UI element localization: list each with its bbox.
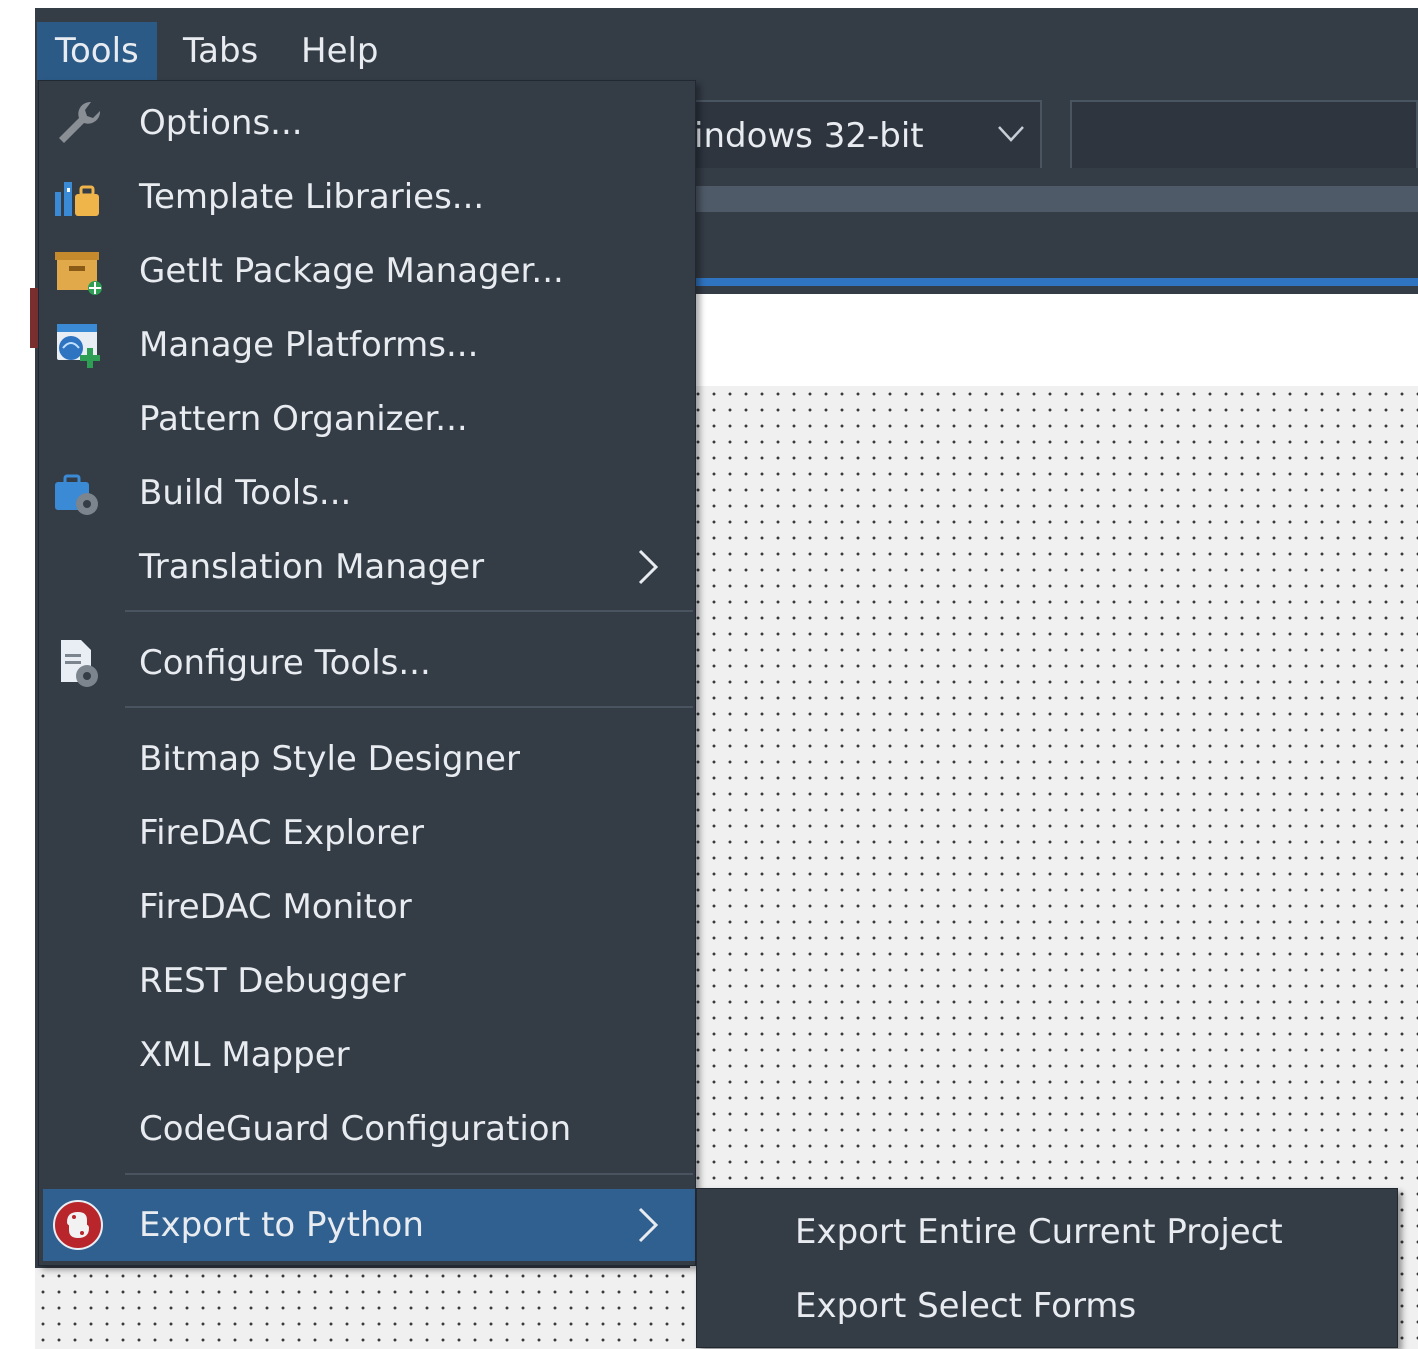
designer-grid-lower [35, 1268, 695, 1349]
menu-item-label: Bitmap Style Designer [139, 739, 520, 779]
package-box-icon [55, 252, 102, 295]
menu-item-label: Manage Platforms... [139, 325, 479, 365]
menu-item-label: FireDAC Explorer [139, 813, 425, 853]
menu-item-label: Pattern Organizer... [139, 399, 468, 439]
export-to-python-submenu: Export Entire Current Project Export Sel… [696, 1188, 1398, 1348]
menu-separator [125, 1173, 693, 1175]
tools-menu: Options... Template Libraries... GetIt P… [38, 80, 696, 1266]
menu-tools[interactable]: Tools [37, 22, 157, 80]
menu-tabs[interactable]: Tabs [165, 22, 276, 80]
menu-item-label: Configure Tools... [139, 643, 431, 683]
active-tab-indicator [690, 278, 1418, 286]
platform-select-value: indows 32-bit [694, 116, 924, 156]
menu-item-label: FireDAC Monitor [139, 887, 412, 927]
menu-item-firedac-explorer[interactable]: FireDAC Explorer [39, 797, 695, 869]
menu-help[interactable]: Help [283, 22, 397, 80]
menu-item-xml-mapper[interactable]: XML Mapper [39, 1019, 695, 1091]
menu-item-label: Build Tools... [139, 473, 352, 513]
menu-item-options[interactable]: Options... [39, 87, 695, 159]
left-edge-strip [30, 288, 38, 348]
menu-item-label: GetIt Package Manager... [139, 251, 564, 291]
python-logo-icon [53, 1200, 103, 1250]
menu-item-label: XML Mapper [139, 1035, 350, 1075]
menu-item-export-entire-current-project[interactable]: Export Entire Current Project [697, 1195, 1397, 1269]
menu-item-build-tools[interactable]: Build Tools... [39, 457, 695, 529]
menu-item-codeguard-configuration[interactable]: CodeGuard Configuration [39, 1093, 695, 1165]
menu-item-label: Template Libraries... [139, 177, 485, 217]
menu-item-export-select-forms[interactable]: Export Select Forms [697, 1269, 1397, 1343]
menu-item-bitmap-style-designer[interactable]: Bitmap Style Designer [39, 723, 695, 795]
menu-item-label: Export Select Forms [795, 1286, 1137, 1326]
menu-item-getit-package-manager[interactable]: GetIt Package Manager... [39, 235, 695, 307]
platform-select[interactable]: indows 32-bit [690, 100, 1042, 168]
menu-item-label: Options... [139, 103, 303, 143]
platform-add-icon [57, 324, 100, 368]
menu-item-label: CodeGuard Configuration [139, 1109, 572, 1149]
menu-separator [125, 610, 693, 612]
document-gear-icon [61, 640, 98, 687]
menu-item-label: Translation Manager [139, 547, 485, 587]
toolbar-strip [690, 186, 1418, 212]
chevron-right-icon [638, 549, 659, 585]
menu-separator [125, 706, 693, 708]
menu-item-export-to-python[interactable]: Export to Python [43, 1189, 695, 1261]
menu-item-pattern-organizer[interactable]: Pattern Organizer... [39, 383, 695, 455]
menu-item-label: Export to Python [139, 1205, 424, 1245]
menu-item-firedac-monitor[interactable]: FireDAC Monitor [39, 871, 695, 943]
menu-item-configure-tools[interactable]: Configure Tools... [39, 627, 695, 699]
menu-item-rest-debugger[interactable]: REST Debugger [39, 945, 695, 1017]
wrench-icon [59, 101, 101, 143]
menu-item-template-libraries[interactable]: Template Libraries... [39, 161, 695, 233]
template-libraries-icon [55, 182, 99, 216]
menu-item-label: Export Entire Current Project [795, 1212, 1283, 1252]
menu-item-manage-platforms[interactable]: Manage Platforms... [39, 309, 695, 381]
chevron-right-icon [638, 1207, 659, 1243]
toolbar-search-box[interactable] [1070, 100, 1418, 168]
menu-item-label: REST Debugger [139, 961, 406, 1001]
toolbox-gear-icon [55, 474, 98, 515]
menu-bar: Tools Tabs Help [35, 8, 1418, 80]
menu-item-translation-manager[interactable]: Translation Manager [39, 531, 695, 603]
chevron-down-icon [998, 126, 1024, 142]
